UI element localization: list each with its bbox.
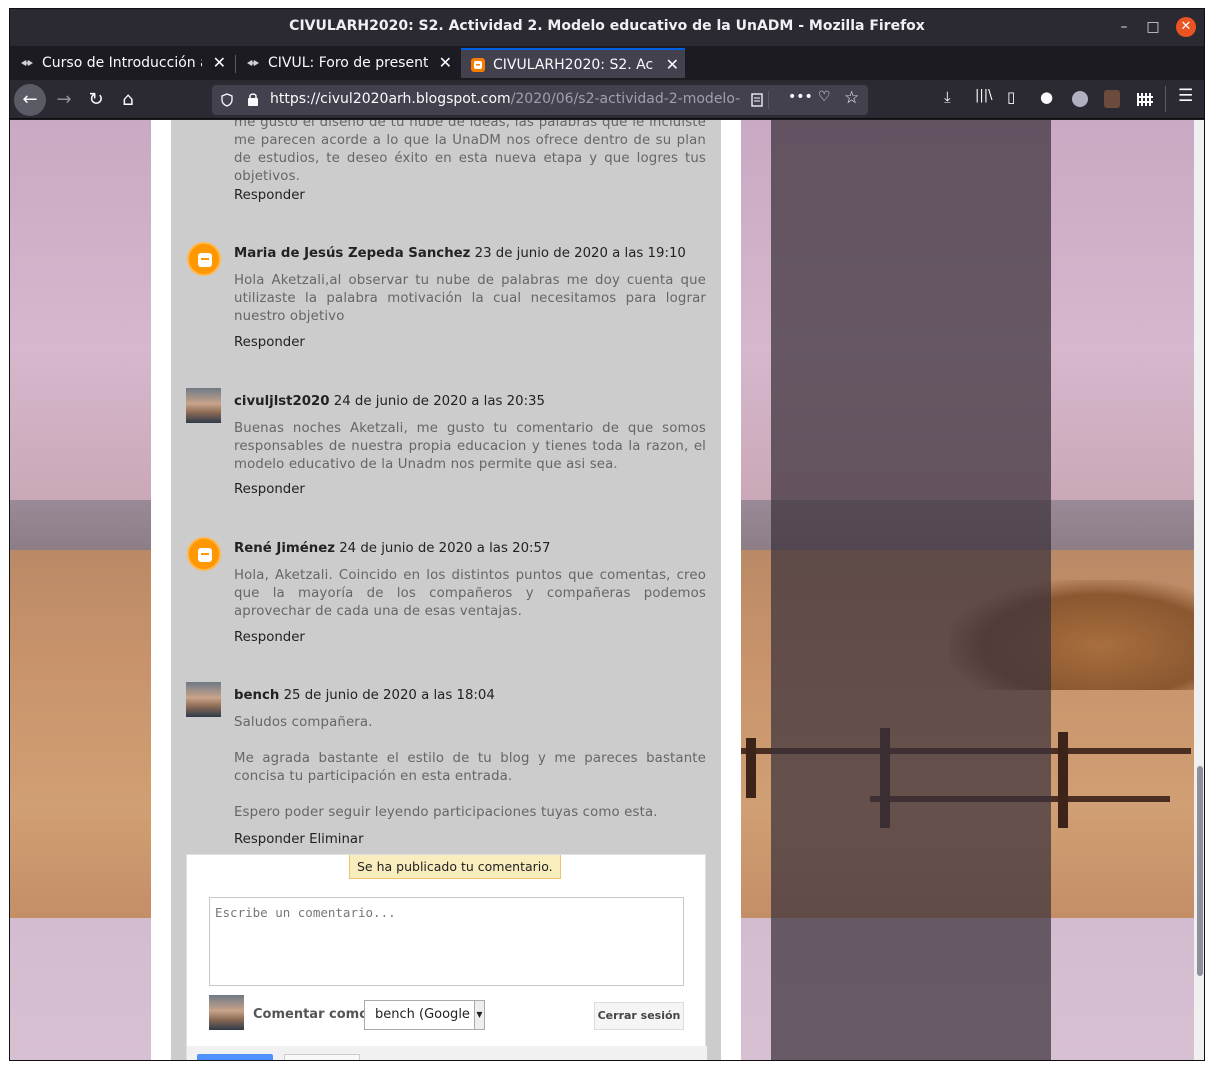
unadm-icon [21,60,33,66]
reader-view-icon[interactable] [750,93,764,107]
comment-body: Hola Aketzali,al observar tu nube de pal… [234,272,706,326]
library-icon[interactable]: |||\ [975,88,993,103]
identity-select[interactable]: bench (Google ) ▼ [364,1000,485,1030]
comment-form: Se ha publicado tu comentario. Escribe u… [186,854,707,1060]
comment-date[interactable]: 23 de junio de 2020 a las 19:10 [475,246,686,261]
tab-civul-foro[interactable]: CIVUL: Foro de presentac ✕ [236,48,458,78]
blogger-icon [187,242,221,276]
reply-link[interactable]: Responder [234,630,305,645]
close-window-button[interactable]: ✕ [1176,17,1196,37]
tab-curso-introduccion[interactable]: Curso de Introducción a l ✕ [10,48,232,78]
page-actions-icon[interactable]: ••• [788,89,813,105]
browser-window: CIVULARH2020: S2. Actividad 2. Modelo ed… [9,8,1205,1061]
title-bar: CIVULARH2020: S2. Actividad 2. Modelo ed… [10,9,1204,46]
navigation-toolbar: ← → ↻ ⌂ https://civul2020arh.blogspot.co… [10,80,1204,119]
tab-label: Curso de Introducción a l [42,55,202,71]
comment-date[interactable]: 24 de junio de 2020 a las 20:57 [339,541,550,556]
comment-form-footer [187,1046,707,1060]
published-notice: Se ha publicado tu comentario. [349,855,561,879]
blog-main-column: me gusto el diseño de tu nube de ideas, … [151,120,741,1060]
reply-delete-links[interactable]: Responder Eliminar [234,832,364,847]
comment-paragraph: Espero poder seguir leyendo participacio… [234,805,658,820]
extension-fence-icon[interactable] [1136,91,1154,107]
url-text[interactable]: https://civul2020arh.blogspot.com/2020/0… [270,91,740,107]
url-bar[interactable]: https://civul2020arh.blogspot.com/2020/0… [212,85,868,115]
tab-strip: Curso de Introducción a l ✕ CIVUL: Foro … [10,46,1204,111]
unadm-icon [247,60,259,66]
pocket-icon[interactable]: ♡ [818,89,831,105]
shield-icon[interactable] [220,93,234,107]
comment-body: me gusto el diseño de tu nube de ideas, … [234,120,706,186]
comment-date[interactable]: 24 de junio de 2020 a las 20:35 [334,394,545,409]
lock-icon[interactable] [246,92,260,107]
comment-body: Buenas noches Aketzali, me gusto tu come… [234,420,706,474]
avatar [186,388,221,423]
comment-author[interactable]: Maria de Jesús Zepeda Sanchez [234,246,470,261]
comment-author[interactable]: civuljlst2020 [234,394,330,409]
comment-paragraph: Saludos compañera. [234,715,373,730]
comments-section: me gusto el diseño de tu nube de ideas, … [171,120,721,1060]
avatar [209,995,244,1030]
chevron-down-icon[interactable]: ▼ [474,1001,484,1029]
logout-button[interactable]: Cerrar sesión [594,1002,684,1030]
identity-value: bench (Google ) [375,1007,480,1022]
avatar [186,682,221,717]
publish-button[interactable] [197,1054,273,1060]
background-fence-post [746,738,756,798]
comment-author[interactable]: René Jiménez [234,541,335,556]
background-fence-post [1058,732,1068,828]
comment-header: Maria de Jesús Zepeda Sanchez 23 de juni… [234,246,686,261]
comment-paragraph: Hola Aketzali,al observar tu nube de pal… [234,273,706,324]
download-icon[interactable]: ⤓ [944,88,951,106]
close-tab-icon[interactable]: ✕ [439,48,452,78]
preview-button[interactable] [284,1054,360,1060]
scrollbar-thumb[interactable] [1197,766,1203,976]
blogger-icon [471,58,485,72]
reply-link[interactable]: Responder [234,188,305,203]
hamburger-menu-icon[interactable]: ☰ [1178,86,1193,106]
comment-paragraph: Buenas noches Aketzali, me gusto tu come… [234,421,706,472]
bookmark-star-icon[interactable]: ☆ [844,88,859,108]
reply-link[interactable]: Responder [234,482,305,497]
blogger-icon [187,537,221,571]
comment-paragraph: Me agrada bastante el estilo de tu blog … [234,751,706,784]
tab-label: CIVULARH2020: S2. Activ [493,57,653,73]
account-icon[interactable]: ● [1040,88,1053,106]
close-tab-icon[interactable]: ✕ [666,50,679,78]
comment-body: Hola, Aketzali. Coincido en los distinto… [234,567,706,621]
page-content: me gusto el diseño de tu nube de ideas, … [10,120,1204,1060]
back-button[interactable]: ← [14,84,46,116]
home-button[interactable]: ⌂ [114,86,142,114]
comment-header: civuljlst2020 24 de junio de 2020 a las … [234,394,545,409]
url-host: https://civul2020arh.blogspot.com [270,91,511,107]
extension-icon[interactable] [1072,91,1088,107]
window-title: CIVULARH2020: S2. Actividad 2. Modelo ed… [289,18,925,34]
page-scrollbar[interactable] [1194,120,1204,1060]
reply-link[interactable]: Responder [234,335,305,350]
url-path: /2020/06/s2-actividad-2-modelo-ed [510,91,740,107]
comment-header: René Jiménez 24 de junio de 2020 a las 2… [234,541,550,556]
close-tab-icon[interactable]: ✕ [213,48,226,78]
urlbar-divider [768,91,769,109]
comment-author[interactable]: bench [234,688,279,703]
tab-label: CIVUL: Foro de presentac [268,55,428,71]
toolbar-divider [1165,86,1166,112]
comment-as-label: Comentar como: [253,1007,374,1022]
comment-body: Saludos compañera. Me agrada bastante el… [234,714,706,822]
reload-button[interactable]: ↻ [82,86,110,114]
comment-textarea[interactable]: Escribe un comentario... [209,897,684,986]
sidebar-icon[interactable]: ▯ [1007,88,1015,106]
comment-date[interactable]: 25 de junio de 2020 a las 18:04 [284,688,495,703]
minimize-button[interactable]: – [1114,17,1134,37]
comment-paragraph: me gusto el diseño de tu nube de ideas, … [234,120,706,184]
tab-civularh-active[interactable]: CIVULARH2020: S2. Activ ✕ [461,48,685,78]
maximize-button[interactable]: □ [1143,17,1163,37]
background-dark-column [771,120,1051,1060]
extension-avatar-icon[interactable] [1104,90,1120,108]
forward-button[interactable]: → [50,86,78,114]
comment-paragraph: Hola, Aketzali. Coincido en los distinto… [234,568,706,619]
comment-header: bench 25 de junio de 2020 a las 18:04 [234,688,495,703]
